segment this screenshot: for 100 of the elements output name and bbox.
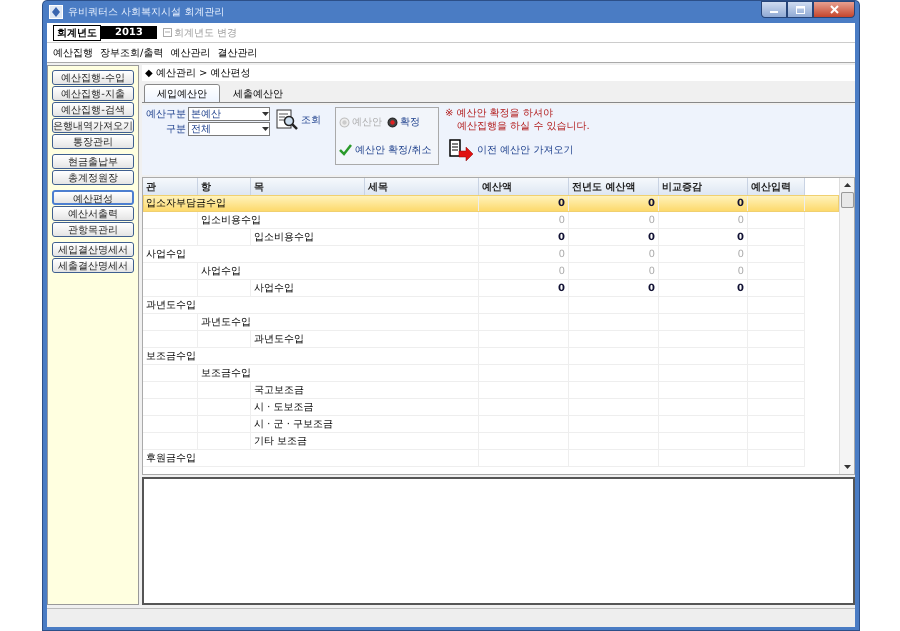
column-header[interactable]: 관 [143, 178, 198, 195]
table-cell [143, 212, 198, 229]
table-cell: 0 [569, 263, 659, 280]
table-cell [143, 263, 198, 280]
window-title: 유비쿼터스 사회복지시설 회계관리 [68, 6, 226, 19]
table-cell: 기타 보조금 [251, 433, 479, 450]
sidebar-button[interactable]: 예산편성 [52, 190, 134, 205]
table-cell: 보조금수입 [143, 348, 479, 365]
sidebar-button[interactable]: 예산집행-지출 [52, 86, 134, 101]
confirm-button[interactable]: 예산안 확정/취소 [339, 143, 435, 157]
check-icon [339, 144, 352, 156]
column-header[interactable]: 예산액 [479, 178, 569, 195]
sidebar-button[interactable]: 예산서출력 [52, 206, 134, 221]
sidebar-button[interactable]: 총계정원장 [52, 170, 134, 185]
table-cell: 과년도수입 [251, 331, 479, 348]
sidebar-button[interactable]: 세출결산명세서 [52, 258, 134, 273]
app-icon [49, 5, 63, 19]
window-icon [162, 28, 172, 37]
import-button[interactable]: 이전 예산안 가져오기 [445, 139, 590, 161]
table-row[interactable]: 시 · 군 · 구보조금 [143, 416, 839, 433]
sidebar-button[interactable]: 예산집행-수입 [52, 70, 134, 85]
sidebar-button[interactable]: 관항목관리 [52, 222, 134, 237]
radio-icon [339, 116, 350, 128]
table-cell: 입소비용수입 [198, 212, 479, 229]
table-cell: 사업수입 [198, 263, 479, 280]
column-header[interactable]: 목 [251, 178, 365, 195]
table-cell [143, 229, 198, 246]
menu-item[interactable]: 예산관리 [170, 46, 210, 60]
table-row[interactable]: 기타 보조금 [143, 433, 839, 450]
caret-icon [844, 465, 850, 469]
table-row[interactable]: 후원금수입 [143, 450, 839, 467]
table-cell: 0 [569, 246, 659, 263]
caret-icon [262, 112, 269, 116]
table-cell: 0 [659, 263, 748, 280]
table-cell: 0 [569, 212, 659, 229]
caret-icon [262, 127, 269, 131]
table-cell: 과년도수입 [143, 297, 479, 314]
table-cell: 0 [479, 195, 569, 212]
table-row[interactable]: 과년도수입 [143, 314, 839, 331]
menu-item[interactable]: 예산집행 [53, 46, 93, 60]
sidebar-button[interactable]: 현금출납부 [52, 154, 134, 169]
dropdown[interactable]: 본예산 [188, 107, 270, 121]
sidebar-button[interactable]: 예산집행-검색 [52, 102, 134, 117]
scrollbar-thumb[interactable] [840, 192, 854, 208]
table-row[interactable]: 사업수입 0 0 0 [143, 280, 839, 297]
table-cell: 0 [659, 280, 748, 297]
table-cell: 0 [479, 263, 569, 280]
maximize-button[interactable] [787, 1, 813, 18]
breadcrumb: ◆ 예산관리 > 예산편성 [142, 65, 855, 81]
table-cell [143, 365, 198, 382]
table-row[interactable]: 국고보조금 [143, 382, 839, 399]
table-row[interactable]: 입소자부담금수입 0 0 0 [143, 195, 839, 212]
table-cell [143, 331, 198, 348]
table-cell [143, 382, 198, 399]
menu-item[interactable]: 결산관리 [217, 46, 258, 60]
table-cell: 입소비용수입 [251, 229, 479, 246]
column-header[interactable]: 항 [198, 178, 251, 195]
menu-item[interactable]: 장부조회/출력 [100, 46, 164, 60]
table-row[interactable]: 입소비용수입 0 0 0 [143, 229, 839, 246]
table-cell: 사업수입 [251, 280, 479, 297]
table-row[interactable]: 시 · 도보조금 [143, 399, 839, 416]
status-radio[interactable]: 확정 [387, 115, 420, 129]
column-header[interactable]: 비교증감 [659, 178, 748, 195]
fiscal-year-value: 2013 [101, 26, 157, 39]
column-header[interactable]: 전년도 예산액 [569, 178, 659, 195]
filter-label: 구분 [165, 123, 186, 136]
table-cell [143, 416, 198, 433]
table-row[interactable]: 과년도수입 [143, 297, 839, 314]
tab[interactable]: 세입예산안 [144, 84, 220, 102]
search-icon [276, 109, 298, 131]
table-row[interactable]: 사업수입 0 0 0 [143, 246, 839, 263]
table-cell: 사업수입 [143, 246, 479, 263]
table-cell: 0 [569, 229, 659, 246]
table-row[interactable]: 입소비용수입 0 0 0 [143, 212, 839, 229]
scrollbar[interactable] [839, 178, 854, 474]
table-row[interactable]: 과년도수입 [143, 331, 839, 348]
tab[interactable]: 세출예산안 [220, 84, 296, 102]
column-header[interactable]: 세목 [365, 178, 479, 195]
table-cell: 0 [659, 229, 748, 246]
table-row[interactable]: 사업수입 0 0 0 [143, 263, 839, 280]
table-cell: 0 [659, 246, 748, 263]
sidebar-button[interactable]: 통장관리 [52, 134, 134, 149]
close-icon [830, 5, 838, 14]
table-cell [143, 399, 198, 416]
search-button[interactable]: 조회 [276, 109, 321, 131]
table-cell: 0 [659, 212, 748, 229]
sidebar-button[interactable]: 세입결산명세서 [52, 242, 134, 257]
table-row[interactable]: 보조금수입 [143, 348, 839, 365]
table-cell: 보조금수입 [198, 365, 479, 382]
column-header[interactable]: 예산입력 [748, 178, 805, 195]
table-cell: 0 [659, 195, 748, 212]
close-button[interactable] [813, 1, 855, 18]
table-cell: 입소자부담금수입 [143, 195, 479, 212]
dropdown[interactable]: 전체 [188, 122, 270, 136]
sidebar-button[interactable]: 은행내역가져오기 [52, 118, 134, 133]
table-cell: 0 [479, 280, 569, 297]
table-row[interactable]: 보조금수입 [143, 365, 839, 382]
table-cell [143, 280, 198, 297]
caret-icon [844, 183, 850, 187]
minimize-button[interactable] [761, 1, 787, 18]
